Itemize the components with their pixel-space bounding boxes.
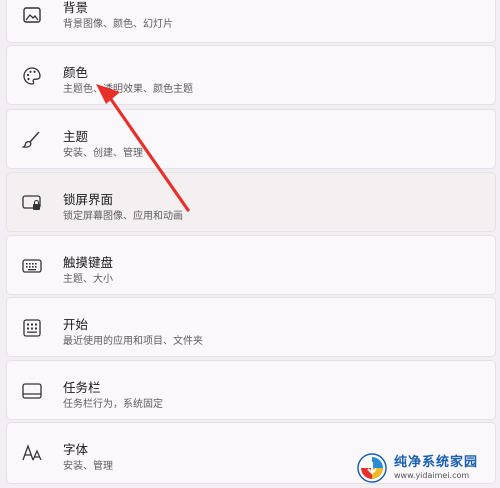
settings-item-touch-keyboard[interactable]: 触摸键盘 主题、大小 <box>6 235 496 295</box>
watermark-name: 纯净系统家园 <box>394 455 479 470</box>
settings-item-subtitle: 最近使用的应用和项目、文件夹 <box>63 336 203 347</box>
watermark-logo-icon <box>357 453 387 483</box>
settings-item-title: 触摸键盘 <box>63 255 114 270</box>
settings-item-subtitle: 主题、大小 <box>63 274 113 285</box>
taskbar-icon <box>21 380 43 402</box>
settings-item-title: 任务栏 <box>63 380 101 395</box>
lock-screen-icon <box>21 192 43 214</box>
settings-item-subtitle: 安装、创建、管理 <box>63 148 143 159</box>
settings-item-title: 开始 <box>63 317 89 332</box>
settings-item-subtitle: 背景图像、颜色、幻灯片 <box>63 19 173 30</box>
watermark: 纯净系统家园 www.yidaimei.com <box>356 450 496 486</box>
settings-item-subtitle: 锁定屏幕图像、应用和动画 <box>63 211 183 222</box>
settings-item-title: 锁屏界面 <box>63 192 114 207</box>
settings-item-subtitle: 任务栏行为，系统固定 <box>63 399 163 410</box>
settings-item-themes[interactable]: 主题 安装、创建、管理 <box>6 109 496 169</box>
font-icon <box>21 442 43 464</box>
settings-item-subtitle: 安装、管理 <box>63 461 113 472</box>
watermark-url: www.yidaimei.com <box>394 471 470 480</box>
settings-item-lock-screen[interactable]: 锁屏界面 锁定屏幕图像、应用和动画 <box>6 172 496 232</box>
settings-item-title: 主题 <box>63 129 89 144</box>
keyboard-icon <box>21 255 43 277</box>
settings-item-start[interactable]: 开始 最近使用的应用和项目、文件夹 <box>6 297 496 357</box>
settings-item-colors[interactable]: 颜色 主题色、透明效果、颜色主题 <box>6 45 496 105</box>
palette-icon <box>21 65 43 87</box>
brush-icon <box>21 129 43 151</box>
settings-item-title: 颜色 <box>63 65 89 80</box>
start-icon <box>21 317 43 339</box>
image-icon <box>21 5 43 27</box>
settings-item-taskbar[interactable]: 任务栏 任务栏行为，系统固定 <box>6 360 496 420</box>
settings-item-title: 字体 <box>63 442 89 457</box>
settings-item-title: 背景 <box>63 0 89 15</box>
settings-item-background[interactable]: 背景 背景图像、颜色、幻灯片 <box>6 0 496 43</box>
settings-item-subtitle: 主题色、透明效果、颜色主题 <box>63 84 193 95</box>
